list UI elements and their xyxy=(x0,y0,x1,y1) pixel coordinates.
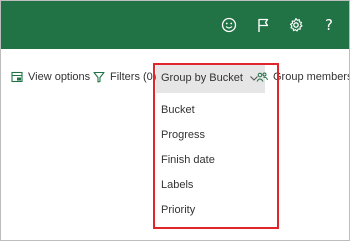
view-options-button[interactable]: View options xyxy=(11,63,90,91)
filters-label: Filters (0) xyxy=(110,71,157,83)
view-options-icon xyxy=(11,71,23,83)
help-icon[interactable]: ? xyxy=(318,14,340,36)
app-window: ? View options Filters (0) Group by Buck… xyxy=(0,0,350,241)
group-members-button[interactable]: Group members xyxy=(256,63,350,91)
gear-icon[interactable] xyxy=(285,14,307,36)
people-icon xyxy=(256,72,268,82)
top-bar: ? xyxy=(1,1,349,49)
filters-button[interactable]: Filters (0) xyxy=(93,63,156,91)
group-by-label: Group by Bucket xyxy=(161,72,243,84)
menu-item-finish-date[interactable]: Finish date xyxy=(155,147,277,172)
menu-item-progress[interactable]: Progress xyxy=(155,122,277,147)
smiley-icon[interactable] xyxy=(218,14,240,36)
group-by-menu: Bucket Progress Finish date Labels Prior… xyxy=(155,97,277,222)
flag-icon[interactable] xyxy=(252,14,274,36)
menu-item-priority[interactable]: Priority xyxy=(155,197,277,222)
group-members-label: Group members xyxy=(273,71,350,83)
menu-item-labels[interactable]: Labels xyxy=(155,172,277,197)
filter-icon xyxy=(93,71,105,83)
menu-item-bucket[interactable]: Bucket xyxy=(155,97,277,122)
toolbar: View options Filters (0) Group by Bucket… xyxy=(1,63,349,93)
group-by-button[interactable]: Group by Bucket xyxy=(156,63,265,93)
view-options-label: View options xyxy=(28,71,91,83)
